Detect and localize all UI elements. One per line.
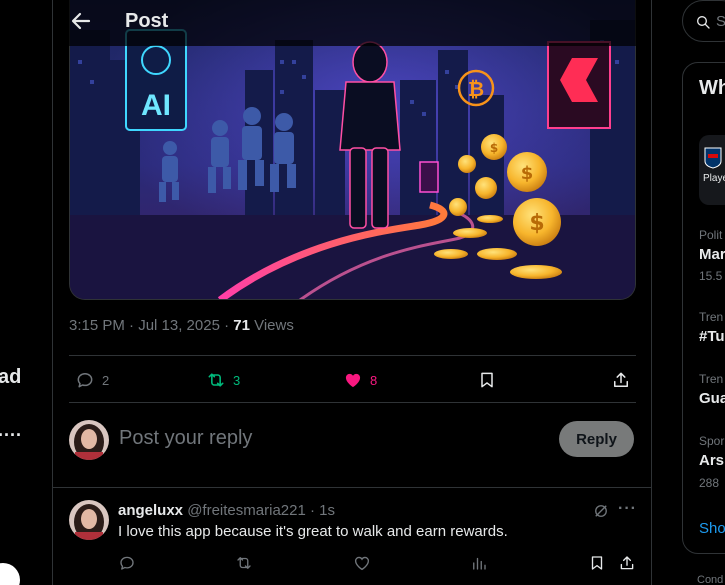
post-actions: 2 3 8 (69, 355, 636, 403)
bookmark-button[interactable] (477, 368, 497, 392)
post-header: Post (53, 0, 651, 46)
repost-icon[interactable] (235, 554, 255, 574)
page-title: Post (125, 10, 169, 32)
divider (53, 487, 651, 488)
user-avatar[interactable] (69, 420, 109, 460)
reply-icon[interactable] (118, 554, 138, 574)
footer-link[interactable]: Cond (697, 574, 723, 585)
heart-filled-icon (345, 373, 361, 388)
reply-tweet[interactable]: angeluxx @freitesmaria221 · 1s ··· I lov… (69, 498, 636, 585)
bookmark-icon (481, 372, 493, 388)
coin-symbol: $ (529, 211, 544, 236)
account-avatar[interactable] (0, 563, 20, 585)
reply-input[interactable]: Post your reply (119, 427, 252, 450)
trends-header: Wh (699, 77, 725, 99)
views-count: 71 (233, 317, 250, 334)
views-label: Views (249, 317, 294, 334)
reply-header: angeluxx @freitesmaria221 · 1s (118, 502, 335, 519)
reply-separator: · (305, 502, 320, 519)
trend-name[interactable]: #Tu (699, 328, 725, 345)
search-input[interactable]: S (716, 13, 725, 30)
main-column: AI ₿ $ $ $ Post 3:15 PM · Jul 13, 2025 ·… (52, 0, 652, 585)
reply-text: I love this app because it's great to wa… (118, 523, 508, 540)
reply-actions (118, 554, 636, 576)
reply-submit-button[interactable]: Reply (559, 421, 634, 457)
repost-icon (208, 373, 224, 387)
trend-category: Tren (699, 372, 724, 386)
trend-card-label: Playe (703, 173, 725, 184)
trend-category: Spor (699, 434, 725, 448)
search-box[interactable]: S (682, 0, 725, 42)
reply-composer: Post your reply Reply (69, 414, 636, 476)
trends-panel: Wh Playe Polit Mar 15.5 Tren #Tu Tren Gu… (682, 62, 725, 554)
trend-category: Tren (699, 310, 724, 324)
grok-icon[interactable] (592, 502, 610, 520)
reply-author-handle[interactable]: @freitesmaria221 (187, 502, 306, 519)
reply-count: 2 (102, 372, 110, 388)
reply-author-avatar[interactable] (69, 500, 109, 540)
nfl-logo-icon (704, 147, 722, 169)
bookmark-icon[interactable] (588, 554, 608, 574)
trend-name[interactable]: Ars (699, 452, 724, 469)
show-more-link[interactable]: Sho (699, 520, 725, 537)
views-icon[interactable] (470, 554, 490, 574)
trend-category: Polit (699, 228, 723, 242)
trend-name[interactable]: Mar (699, 246, 725, 263)
share-icon (614, 372, 628, 387)
heart-icon[interactable] (353, 554, 373, 574)
repost-button[interactable]: 3 (206, 368, 240, 392)
search-icon (695, 14, 711, 30)
trend-count: 15.5 (699, 269, 723, 283)
left-nav-fragment: ad .... (0, 0, 52, 585)
post-timestamp[interactable]: 3:15 PM · Jul 13, 2025 · (69, 317, 233, 334)
trend-card[interactable]: Playe (699, 135, 725, 205)
bitcoin-icon: ₿ (468, 77, 484, 101)
like-button[interactable]: 8 (343, 368, 377, 392)
like-count: 8 (370, 372, 378, 388)
reply-time[interactable]: 1s (319, 502, 335, 519)
back-arrow-icon[interactable] (69, 9, 93, 33)
coin-symbol: $ (521, 163, 534, 184)
reply-icon (77, 373, 93, 388)
post-metadata: 3:15 PM · Jul 13, 2025 · 71 Views (69, 317, 294, 334)
ai-sign-text: AI (141, 89, 171, 122)
trend-name[interactable]: Gua (699, 390, 725, 407)
left-nav-label[interactable]: ad (0, 366, 21, 389)
repost-count: 3 (233, 372, 241, 388)
trend-count: 288 (699, 476, 720, 490)
share-icon[interactable] (618, 554, 638, 574)
more-options-icon[interactable]: ··· (618, 500, 637, 518)
share-button[interactable] (611, 368, 631, 392)
coin-symbol: $ (490, 141, 498, 155)
reply-button[interactable]: 2 (75, 368, 109, 392)
page: ad .... AI ₿ $ $ $ Post 3:15 PM · Jul 13… (0, 0, 725, 585)
account-more-icon[interactable]: .... (0, 420, 22, 441)
reply-author-name[interactable]: angeluxx (118, 502, 183, 519)
